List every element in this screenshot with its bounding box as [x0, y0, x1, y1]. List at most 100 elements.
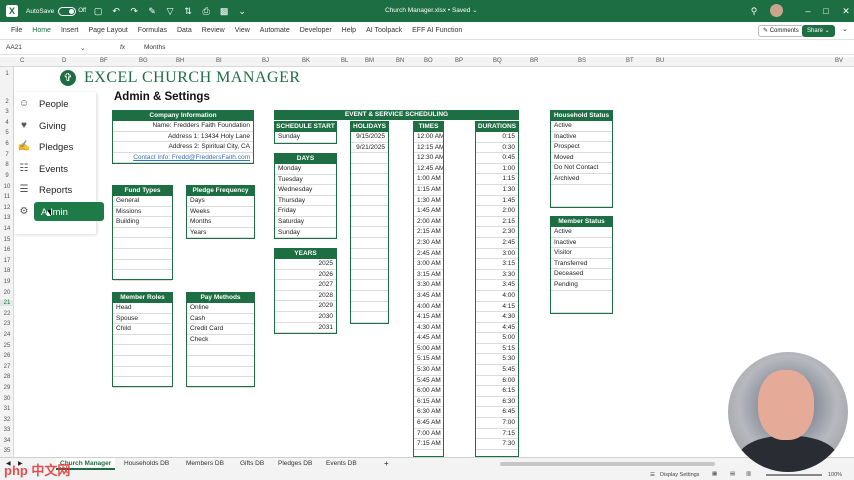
close-icon[interactable]: ✕ [840, 5, 852, 17]
list-item[interactable]: 5:30 [476, 354, 518, 366]
list-item[interactable]: 6:15 AM [414, 397, 443, 408]
list-item[interactable]: 3:00 [476, 249, 518, 260]
list-item[interactable]: 1:30 AM [414, 196, 443, 207]
row-header[interactable]: 7 [0, 152, 14, 158]
list-item[interactable]: Sunday [275, 228, 336, 239]
list-item[interactable]: 4:15 [476, 302, 518, 313]
list-item[interactable]: 3:30 [476, 270, 518, 281]
list-item[interactable]: 4:45 [476, 323, 518, 334]
list-item[interactable]: 4:00 AM [414, 302, 443, 313]
list-item[interactable]: 7:00 [476, 418, 518, 429]
print-icon[interactable]: ⎙ [200, 5, 212, 17]
column-header[interactable]: BI [216, 58, 222, 64]
column-header[interactable]: BM [365, 58, 374, 64]
menu-home[interactable]: Home [27, 27, 56, 34]
save-icon[interactable]: ▢ [92, 5, 104, 17]
list-item[interactable]: 4:15 AM [414, 312, 443, 323]
list-item[interactable]: Do Not Contact [551, 163, 612, 174]
list-item[interactable]: 2028 [275, 291, 336, 302]
row-header[interactable]: 14 [0, 226, 14, 232]
list-item[interactable]: Saturday [275, 217, 336, 228]
list-item[interactable]: 2:30 AM [414, 238, 443, 249]
list-item[interactable]: 5:45 AM [414, 376, 443, 387]
tab-gifts-db[interactable]: Gifts DB [236, 458, 268, 470]
list-item[interactable]: Building [113, 217, 172, 228]
list-item[interactable]: 2:00 AM [414, 217, 443, 228]
column-header[interactable]: BN [396, 58, 404, 64]
list-item[interactable]: 5:00 [476, 333, 518, 344]
column-header[interactable]: C [20, 58, 24, 64]
list-item[interactable]: 5:00 AM [414, 344, 443, 355]
row-header[interactable]: 8 [0, 162, 14, 168]
row-header[interactable]: 30 [0, 396, 14, 402]
list-item[interactable]: 0:45 [476, 153, 518, 164]
row-header[interactable]: 5 [0, 130, 14, 136]
list-item[interactable]: 9/15/2025 [351, 132, 388, 143]
list-item[interactable]: 2:30 [476, 227, 518, 238]
list-item[interactable] [351, 185, 388, 196]
list-item[interactable]: 1:45 AM [414, 206, 443, 217]
column-header[interactable]: BG [139, 58, 148, 64]
list-item[interactable]: Active [551, 121, 612, 132]
list-item[interactable] [113, 260, 172, 271]
list-item[interactable] [351, 164, 388, 175]
menu-automate[interactable]: Automate [255, 27, 295, 34]
company-contact[interactable]: Contact Info: Fredd@FreddersFaith.com [113, 153, 253, 164]
column-header[interactable]: BK [302, 58, 310, 64]
row-header[interactable]: 28 [0, 374, 14, 380]
menu-ai-toolpack[interactable]: AI Toolpack [361, 27, 407, 34]
row-header[interactable]: 2 [0, 99, 14, 105]
company-address-1[interactable]: Address 1: 13434 Holy Lane [113, 132, 253, 143]
row-header[interactable]: 16 [0, 247, 14, 253]
list-item[interactable]: 0:30 [476, 143, 518, 154]
list-item[interactable] [351, 249, 388, 260]
list-item[interactable] [113, 249, 172, 260]
list-item[interactable]: Days [187, 196, 254, 207]
row-header[interactable]: 26 [0, 353, 14, 359]
tab-households-db[interactable]: Households DB [120, 458, 173, 470]
display-settings-icon[interactable]: ☰ [650, 472, 655, 478]
list-item[interactable]: 1:00 [476, 164, 518, 175]
row-header[interactable]: 32 [0, 417, 14, 423]
menu-file[interactable]: File [6, 27, 27, 34]
list-item[interactable]: 1:15 [476, 174, 518, 185]
column-header[interactable]: BQ [493, 58, 502, 64]
list-item[interactable]: 7:30 [476, 439, 518, 450]
row-header[interactable]: 17 [0, 258, 14, 264]
restore-icon[interactable]: □ [820, 5, 832, 17]
list-item[interactable]: 3:45 AM [414, 291, 443, 302]
nav-people[interactable]: ☺ People [14, 94, 96, 114]
sort-icon[interactable]: ⇅ [182, 5, 194, 17]
list-item[interactable]: 12:15 AM [414, 143, 443, 154]
list-item[interactable]: 9/21/2025 [351, 143, 388, 154]
column-header[interactable]: BS [578, 58, 586, 64]
display-settings-label[interactable]: Display Settings [660, 472, 699, 478]
column-header[interactable]: BR [530, 58, 538, 64]
list-item[interactable]: Spouse [113, 314, 172, 325]
row-header[interactable]: 18 [0, 268, 14, 274]
share-button[interactable]: Share ⌄ [802, 25, 835, 37]
list-item[interactable]: 5:15 [476, 344, 518, 355]
page-layout-view-icon[interactable]: ▤ [730, 471, 735, 477]
list-item[interactable]: 4:00 [476, 291, 518, 302]
company-address-2[interactable]: Address 2: Spiritual City, CA [113, 142, 253, 153]
list-item[interactable]: 0:15 [476, 132, 518, 143]
list-item[interactable]: 6:00 AM [414, 386, 443, 397]
list-item[interactable] [351, 196, 388, 207]
row-header[interactable]: 25 [0, 343, 14, 349]
column-header[interactable]: BF [100, 58, 108, 64]
list-item[interactable] [351, 206, 388, 217]
list-item[interactable]: 1:30 [476, 185, 518, 196]
row-header[interactable]: 35 [0, 448, 14, 454]
add-sheet-icon[interactable]: + [384, 459, 389, 468]
nav-reports[interactable]: ☰ Reports [14, 180, 96, 200]
list-item[interactable]: 4:30 AM [414, 323, 443, 334]
search-icon[interactable]: ⚲ [748, 5, 760, 17]
list-item[interactable]: Months [187, 217, 254, 228]
undo-icon[interactable]: ↶ [110, 5, 122, 17]
list-item[interactable] [351, 153, 388, 164]
menu-review[interactable]: Review [197, 27, 230, 34]
minimize-icon[interactable]: – [802, 5, 814, 17]
list-item[interactable]: Monday [275, 164, 336, 175]
row-header[interactable]: 31 [0, 406, 14, 412]
